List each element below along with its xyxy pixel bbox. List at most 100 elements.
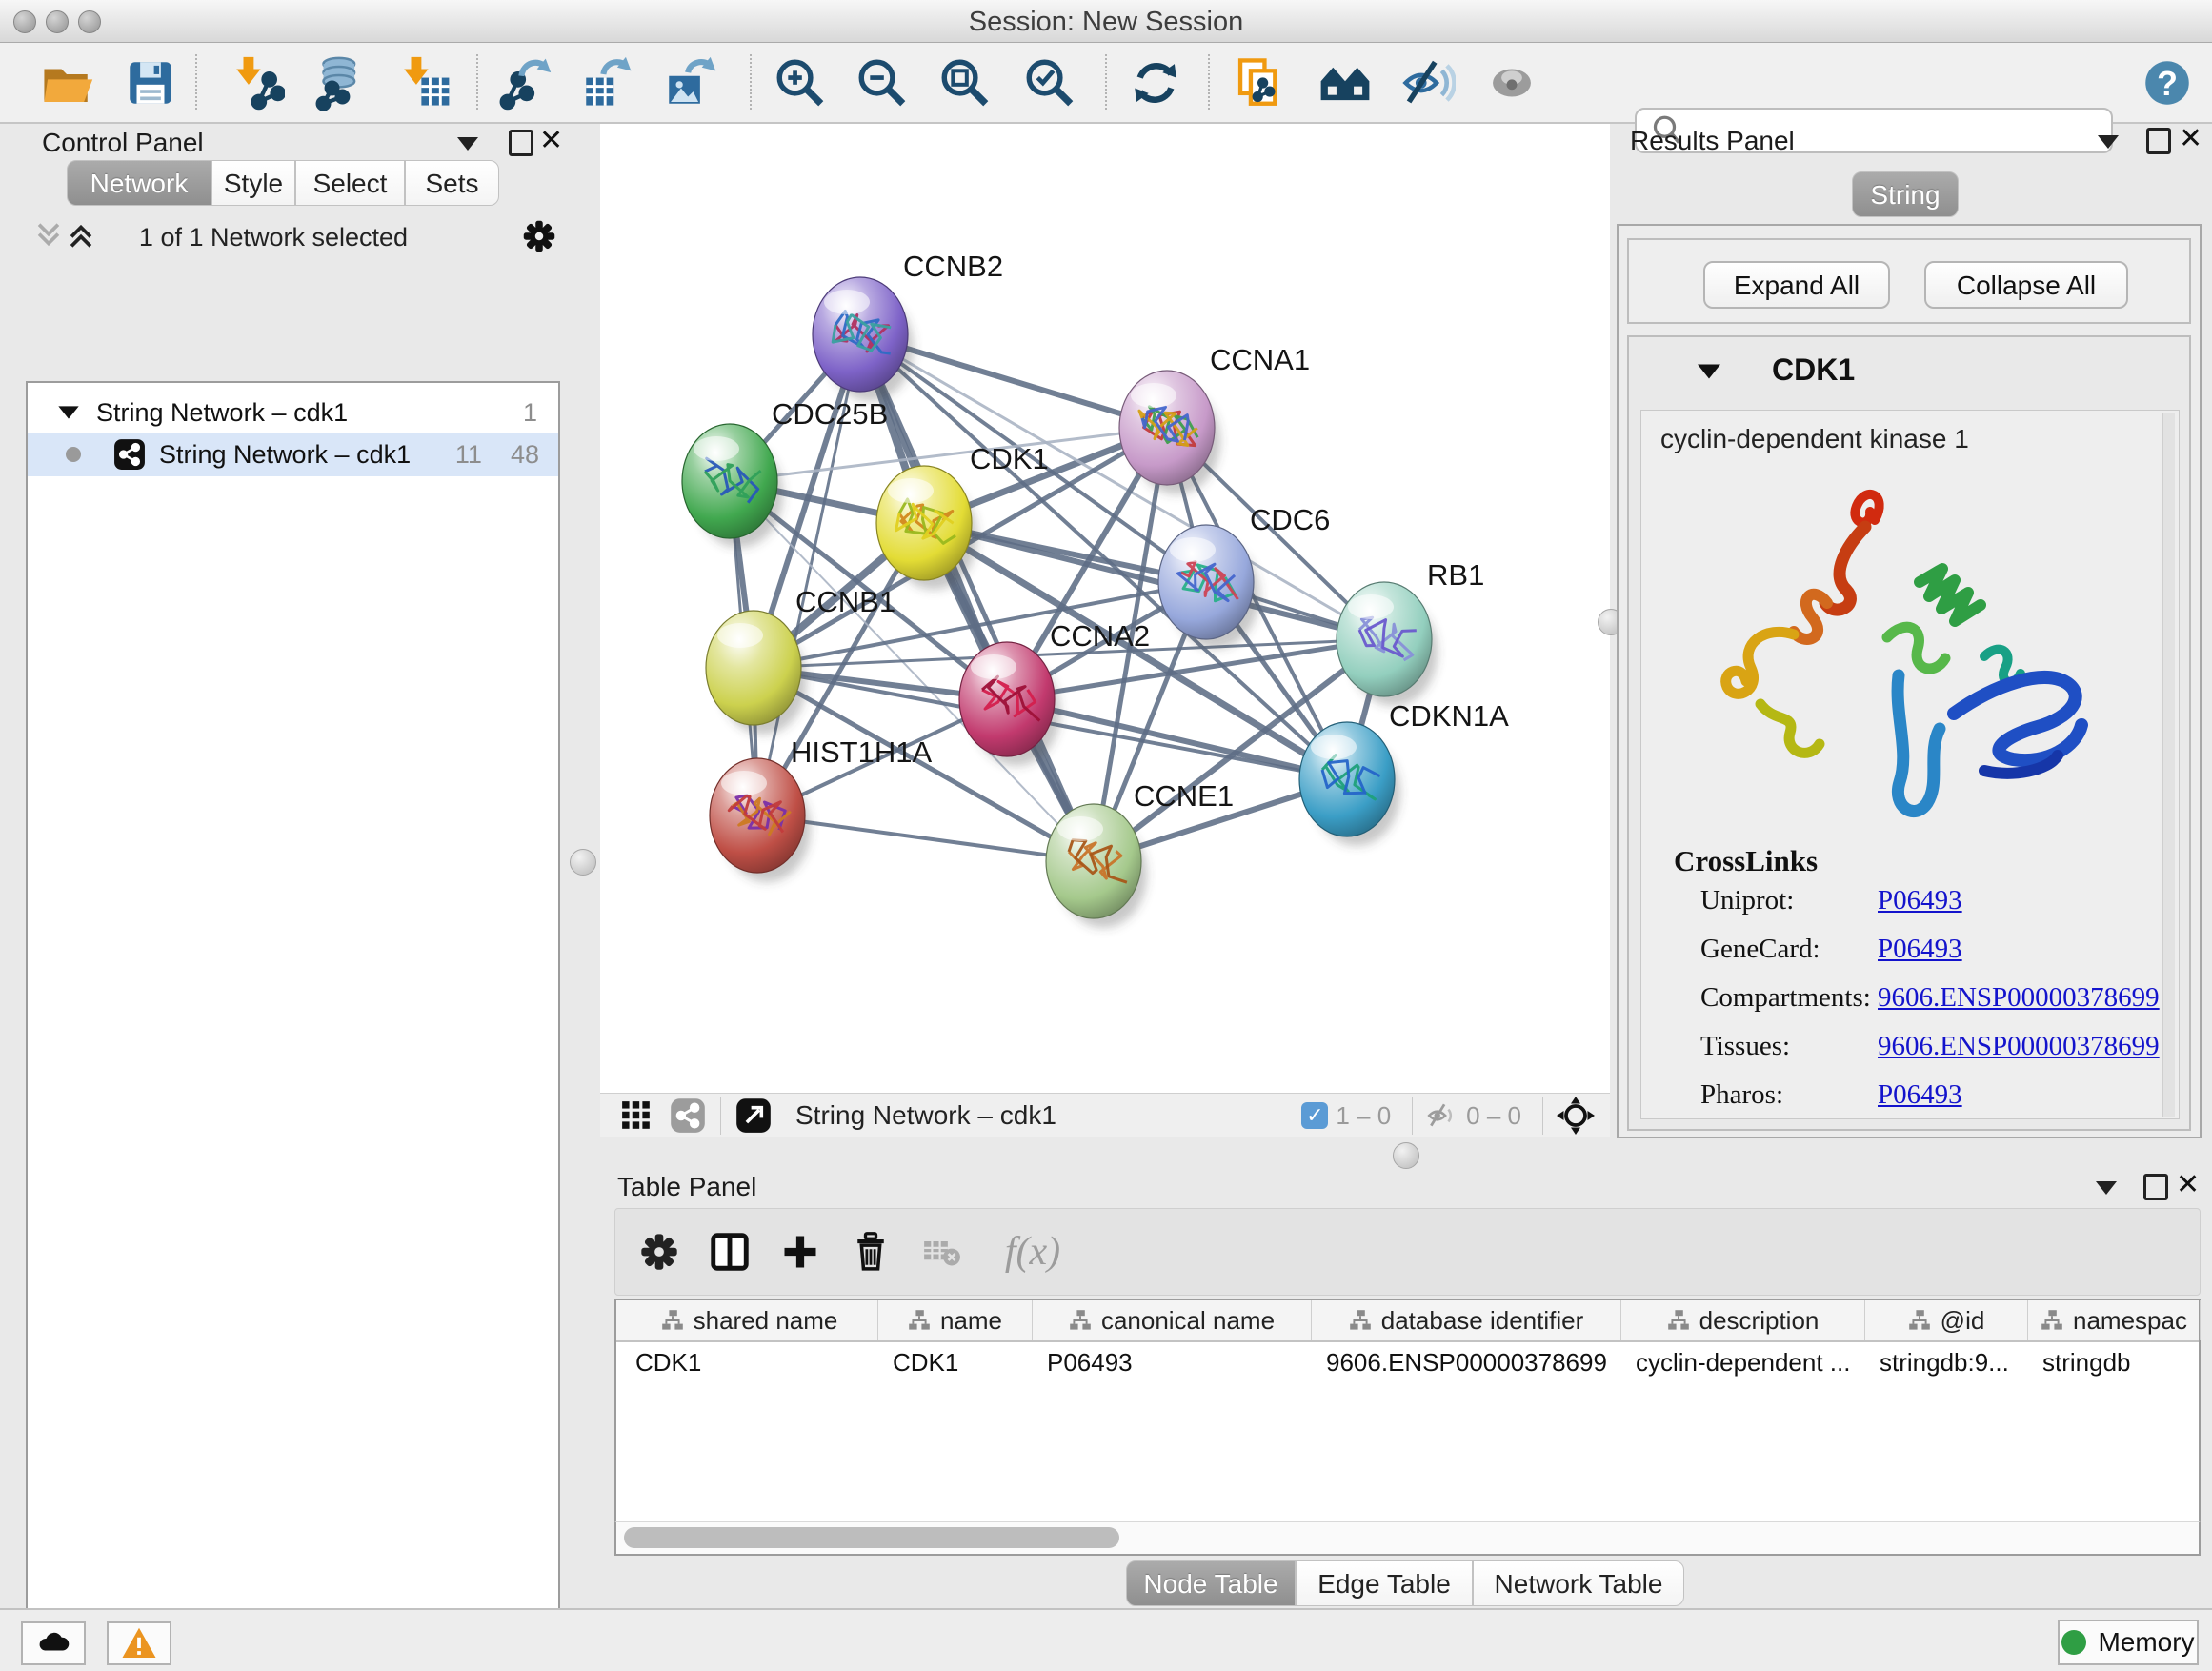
network-node-CDC25B[interactable] — [682, 424, 783, 548]
string-network-graph: CCNB2CCNA1CDC25BCDK1CDC6RB1CCNB1CCNA2CDK… — [600, 124, 1610, 1093]
tab-network-table[interactable]: Network Table — [1473, 1560, 1684, 1606]
compartments-link[interactable]: 9606.ENSP00000378699 — [1878, 982, 2160, 1014]
save-session-button[interactable] — [120, 52, 181, 113]
table-cell[interactable]: stringdb — [2042, 1348, 2191, 1378]
selected-checkbox-icon[interactable]: ✓ — [1301, 1102, 1328, 1129]
uniprot-link[interactable]: P06493 — [1878, 885, 1962, 916]
zoom-out-button[interactable] — [852, 52, 913, 113]
scrollbar-thumb[interactable] — [624, 1527, 1119, 1548]
import-network-from-file-button[interactable] — [227, 52, 288, 113]
results-scrollbar[interactable] — [2162, 413, 2175, 1117]
collection-count: 1 — [523, 398, 537, 428]
left-splitter-handle[interactable] — [570, 849, 596, 876]
export-image-button[interactable] — [659, 52, 720, 113]
grid-view-button[interactable] — [617, 1097, 655, 1135]
import-network-from-database-button[interactable] — [307, 52, 368, 113]
network-node-CCNE1[interactable] — [1046, 804, 1147, 928]
network-share-view-button[interactable] — [669, 1097, 707, 1135]
genecard-link[interactable]: P06493 — [1878, 934, 1962, 965]
network-view-canvas[interactable]: CCNB2CCNA1CDC25BCDK1CDC6RB1CCNB1CCNA2CDK… — [600, 124, 1610, 1093]
network-node-CCNB2[interactable] — [813, 277, 914, 401]
zoom-in-icon — [773, 55, 828, 111]
export-table-button[interactable] — [576, 52, 637, 113]
tab-edge-table[interactable]: Edge Table — [1296, 1560, 1473, 1606]
show-all-button[interactable] — [1481, 52, 1542, 113]
network-node-CCNA2[interactable] — [959, 642, 1060, 766]
fit-content-icon — [937, 55, 993, 111]
network-node-CDC6[interactable] — [1158, 525, 1259, 649]
column-header-3[interactable]: canonical name — [1033, 1300, 1312, 1340]
delete-column-button[interactable] — [844, 1225, 897, 1278]
column-header-2[interactable]: name — [878, 1300, 1033, 1340]
control-panel-close-button[interactable]: ✕ — [539, 130, 563, 152]
table-cell[interactable]: cyclin-dependent ... — [1636, 1348, 1856, 1378]
zoom-selected-button[interactable] — [1019, 52, 1080, 113]
column-header-1[interactable]: shared name — [621, 1300, 878, 1340]
zoom-in-button[interactable] — [770, 52, 831, 113]
network-node-CDKN1A[interactable] — [1299, 722, 1400, 846]
node-label-HIST1H1A: HIST1H1A — [791, 735, 932, 769]
table-panel-float-button[interactable] — [2143, 1174, 2168, 1200]
table-cell[interactable]: 9606.ENSP00000378699 — [1326, 1348, 1612, 1378]
network-node-CCNA1[interactable] — [1119, 371, 1220, 494]
network-collection-row[interactable]: String Network – cdk1 1 — [28, 391, 558, 434]
cloud-status-button[interactable] — [21, 1621, 86, 1665]
memory-button[interactable]: Memory — [2058, 1620, 2199, 1665]
collapse-all-button[interactable]: Collapse All — [1924, 261, 2128, 309]
tab-network[interactable]: Network — [67, 160, 211, 206]
results-panel-close-button[interactable]: ✕ — [2179, 128, 2202, 151]
network-node-CCNB1[interactable] — [706, 611, 807, 735]
tab-style[interactable]: Style — [211, 160, 295, 206]
tab-string[interactable]: String — [1852, 171, 1959, 217]
collection-label: String Network – cdk1 — [96, 398, 348, 428]
table-cell[interactable]: stringdb:9... — [1880, 1348, 2019, 1378]
table-horizontal-scrollbar[interactable] — [614, 1521, 2201, 1556]
birds-eye-view-button[interactable] — [1557, 1097, 1595, 1135]
fit-content-button[interactable] — [935, 52, 995, 113]
first-neighbors-button[interactable] — [1315, 52, 1376, 113]
export-network-button[interactable] — [494, 52, 555, 113]
clone-network-button[interactable] — [1229, 52, 1290, 113]
column-header-6[interactable]: @id — [1865, 1300, 2028, 1340]
detach-view-button[interactable] — [734, 1097, 773, 1135]
network-row-selected[interactable]: String Network – cdk1 11 48 — [28, 433, 558, 476]
open-session-button[interactable] — [36, 52, 97, 113]
warnings-button[interactable] — [107, 1621, 171, 1665]
table-options-gear-button[interactable] — [633, 1225, 686, 1278]
tissues-link[interactable]: 9606.ENSP00000378699 — [1878, 1031, 2160, 1062]
tree-expander-icon[interactable] — [58, 405, 79, 420]
tab-sets[interactable]: Sets — [405, 160, 499, 206]
pharos-link[interactable]: P06493 — [1878, 1079, 1962, 1111]
houses-icon — [1317, 55, 1373, 111]
import-table-from-file-button[interactable] — [394, 52, 455, 113]
node-table-header: shared namenamecanonical namedatabase id… — [616, 1300, 2199, 1342]
protein-description: cyclin-dependent kinase 1 — [1660, 424, 1969, 454]
column-header-5[interactable]: description — [1621, 1300, 1865, 1340]
control-panel-collapse-button[interactable] — [457, 137, 478, 151]
network-node-RB1[interactable] — [1337, 582, 1438, 706]
refresh-button[interactable] — [1125, 52, 1186, 113]
tab-select[interactable]: Select — [295, 160, 405, 206]
show-columns-button[interactable] — [703, 1225, 756, 1278]
table-panel-close-button[interactable]: ✕ — [2176, 1174, 2200, 1197]
section-collapse-icon[interactable] — [1698, 364, 1720, 384]
hide-selected-button[interactable] — [1398, 52, 1458, 113]
results-panel-float-button[interactable] — [2146, 128, 2171, 154]
table-panel-collapse-button[interactable] — [2096, 1181, 2117, 1195]
create-column-button[interactable] — [774, 1225, 827, 1278]
column-header-7[interactable]: namespac — [2028, 1300, 2201, 1340]
help-button[interactable]: ? — [2137, 52, 2198, 113]
column-hierarchy-icon — [2041, 1309, 2063, 1332]
column-header-4[interactable]: database identifier — [1312, 1300, 1621, 1340]
tab-node-table[interactable]: Node Table — [1126, 1560, 1296, 1606]
bottom-splitter-handle[interactable] — [1393, 1142, 1419, 1169]
table-cell[interactable]: CDK1 — [635, 1348, 869, 1378]
network-node-CDK1[interactable] — [876, 466, 977, 590]
table-cell[interactable]: CDK1 — [893, 1348, 1023, 1378]
expand-all-button[interactable]: Expand All — [1703, 261, 1890, 309]
network-node-HIST1H1A[interactable] — [710, 758, 811, 882]
table-cell[interactable]: P06493 — [1047, 1348, 1302, 1378]
control-panel-float-button[interactable] — [509, 130, 533, 156]
network-options-gear-button[interactable] — [520, 217, 558, 260]
results-panel-collapse-button[interactable] — [2098, 135, 2119, 149]
